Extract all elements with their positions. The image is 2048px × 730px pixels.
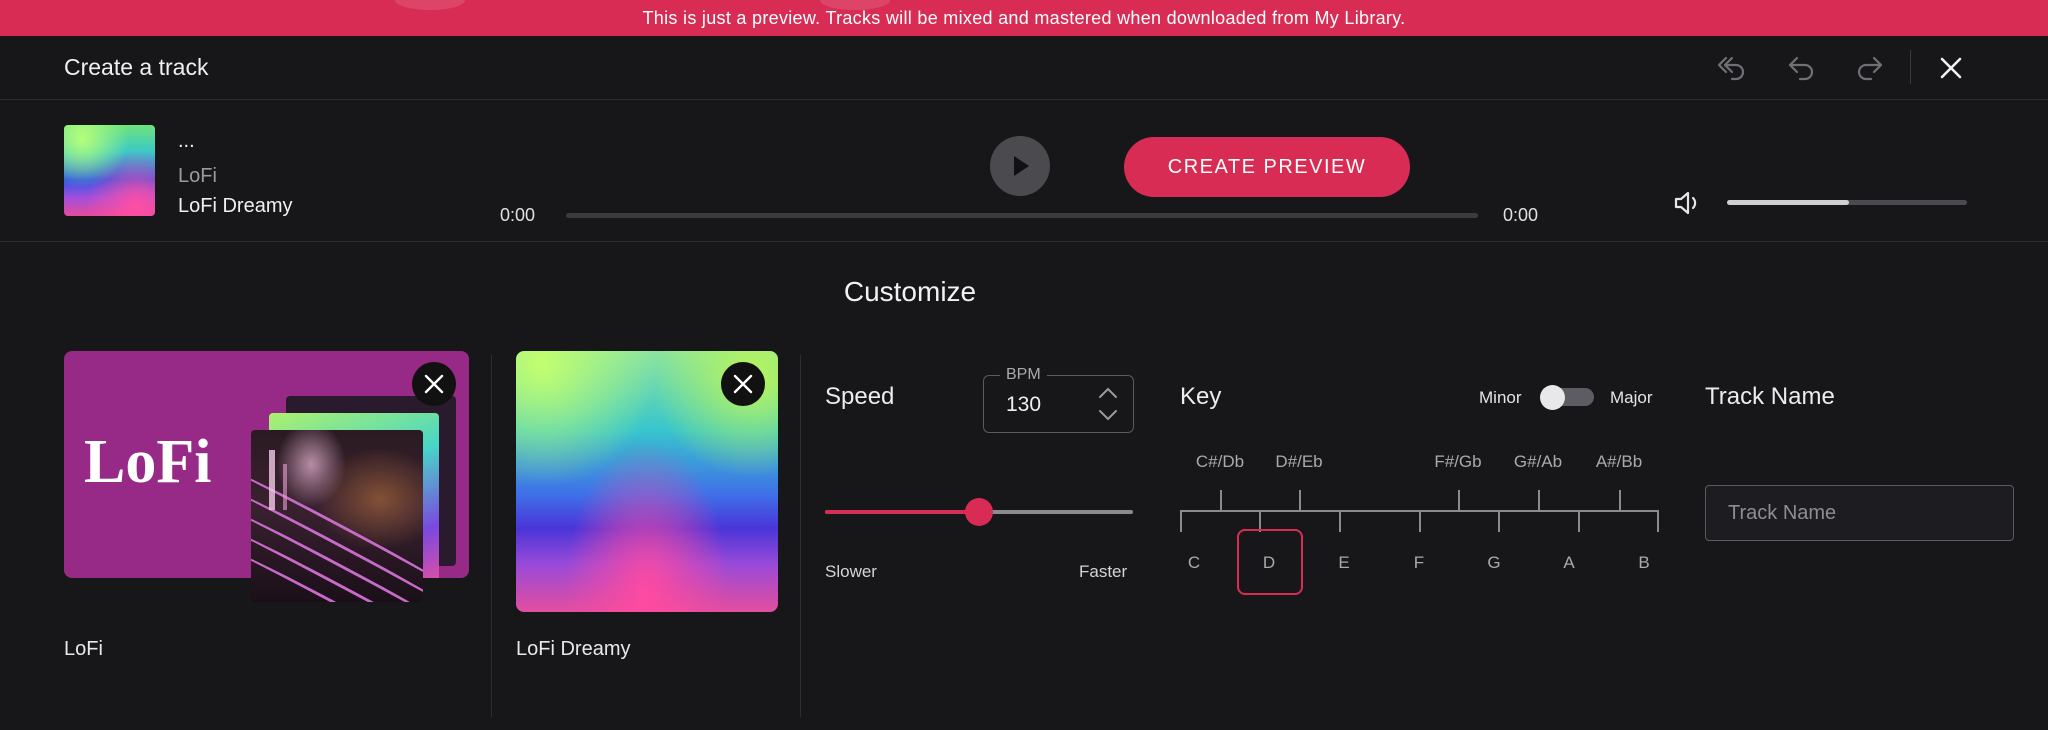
key-option-sharp[interactable]: F#/Gb [1434, 452, 1481, 472]
key-option-natural[interactable]: E [1338, 553, 1349, 573]
key-option-natural[interactable]: C [1188, 553, 1200, 573]
key-option-natural[interactable]: G [1487, 553, 1500, 573]
section-divider [491, 355, 492, 717]
play-button[interactable] [990, 136, 1050, 196]
track-genre: LoFi [178, 165, 217, 187]
key-tick [1299, 490, 1301, 510]
key-tick [1458, 490, 1460, 510]
track-artwork [64, 125, 155, 216]
track-name-label: Track Name [1705, 383, 1835, 410]
faster-label: Faster [1079, 562, 1128, 581]
key-tick [1419, 510, 1421, 532]
track-name-input[interactable] [1705, 485, 2014, 541]
key-tick [1538, 490, 1540, 510]
remove-genre-button[interactable] [412, 362, 456, 406]
time-total: 0:00 [1503, 205, 1539, 225]
dialog-header: Create a track [0, 36, 2048, 100]
remove-style-button[interactable] [721, 362, 765, 406]
preview-banner: This is just a preview. Tracks will be m… [0, 0, 2048, 36]
speed-slider-thumb[interactable] [965, 498, 993, 526]
key-tick [1578, 510, 1580, 532]
key-option-sharp[interactable]: G#/Ab [1514, 452, 1562, 472]
player-bar: ... LoFi LoFi Dreamy CREATE PREVIEW 0:00… [0, 100, 2048, 242]
play-icon [1014, 156, 1029, 176]
genre-art-text: LoFi [84, 428, 212, 496]
key-selected-highlight[interactable] [1237, 529, 1303, 595]
time-elapsed: 0:00 [500, 205, 536, 225]
section-divider [800, 355, 801, 717]
customize-heading: Customize [843, 276, 977, 307]
key-tick [1657, 510, 1659, 532]
major-label: Major [1610, 388, 1653, 407]
undo-icon[interactable] [1783, 50, 1819, 86]
banner-text: This is just a preview. Tracks will be m… [642, 8, 1406, 28]
key-tick [1339, 510, 1341, 532]
close-icon [424, 374, 444, 394]
key-tick [1619, 490, 1621, 510]
track-title: ... [178, 130, 195, 152]
style-label: LoFi Dreamy [516, 638, 631, 660]
genre-label: LoFi [64, 638, 103, 660]
volume-icon[interactable] [1672, 188, 1704, 218]
genre-photo [251, 430, 423, 602]
key-option-sharp[interactable]: C#/Db [1196, 452, 1244, 472]
key-label: Key [1180, 383, 1222, 410]
track-style: LoFi Dreamy [178, 195, 293, 217]
create-preview-button[interactable]: CREATE PREVIEW [1124, 137, 1410, 197]
bpm-increment-icon[interactable] [1096, 384, 1120, 402]
minor-label: Minor [1479, 388, 1522, 407]
key-option-natural[interactable]: F [1414, 553, 1424, 573]
volume-slider[interactable] [1727, 200, 1967, 205]
close-icon [733, 374, 753, 394]
key-option-natural[interactable]: B [1638, 553, 1649, 573]
mode-toggle[interactable] [1540, 385, 1594, 410]
volume-level [1727, 200, 1850, 205]
redo-icon[interactable] [1852, 50, 1888, 86]
speed-label: Speed [825, 383, 895, 410]
key-tick [1180, 510, 1182, 532]
bpm-value: 130 [1006, 393, 1042, 416]
dialog-title: Create a track [64, 54, 209, 80]
bpm-legend: BPM [1000, 366, 1047, 384]
bpm-decrement-icon[interactable] [1096, 406, 1120, 424]
key-option-sharp[interactable]: A#/Bb [1596, 452, 1642, 472]
key-option-sharp[interactable]: D#/Eb [1275, 452, 1322, 472]
key-tick [1498, 510, 1500, 532]
speed-slider-fill [825, 510, 979, 514]
header-separator [1910, 50, 1911, 84]
progress-bar[interactable] [566, 213, 1478, 218]
key-option-natural[interactable]: A [1563, 553, 1574, 573]
undo-all-icon[interactable] [1712, 50, 1748, 86]
slower-label: Slower [825, 562, 877, 581]
key-tick [1220, 490, 1222, 510]
close-icon[interactable] [1933, 50, 1969, 86]
